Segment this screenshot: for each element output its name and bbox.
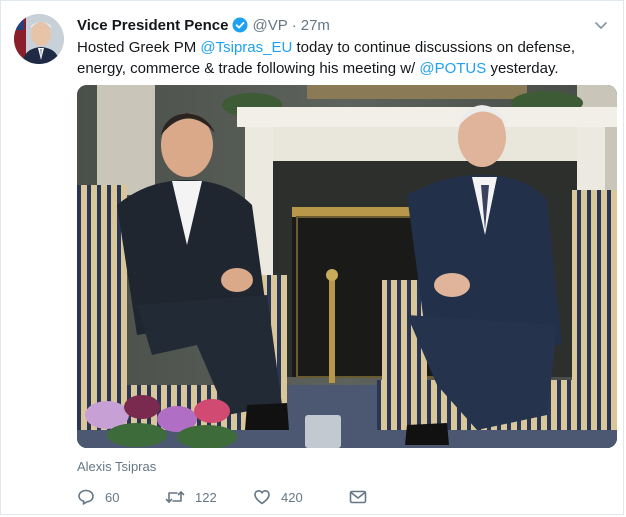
author-name[interactable]: Vice President Pence [77, 17, 228, 34]
tweet-text: Hosted Greek PM @Tsipras_EU today to con… [77, 37, 607, 79]
mention-link[interactable]: @Tsipras_EU [200, 39, 292, 56]
heart-icon [254, 490, 270, 505]
separator-dot: · [291, 16, 297, 34]
verified-badge-icon [232, 17, 248, 33]
envelope-icon [349, 490, 367, 504]
tweet-photo[interactable] [77, 85, 617, 448]
avatar[interactable] [14, 14, 64, 64]
tweet-card: Vice President Pence @VP · 27m Hosted Gr… [0, 0, 624, 515]
media-caption[interactable]: Alexis Tsipras [77, 459, 156, 474]
tweet-actions: 60 122 420 [77, 485, 377, 509]
reply-button[interactable]: 60 [77, 488, 165, 506]
author-handle[interactable]: @VP [252, 17, 287, 34]
retweet-count: 122 [195, 489, 217, 505]
retweet-icon [165, 491, 185, 503]
photo-image [77, 85, 617, 448]
direct-message-button[interactable] [349, 489, 377, 505]
avatar-image [14, 14, 64, 64]
timestamp[interactable]: 27m [301, 17, 330, 34]
mention-link[interactable]: @POTUS [419, 60, 486, 77]
like-count: 420 [281, 489, 303, 505]
tweet-text-part: yesterday. [486, 60, 559, 77]
like-button[interactable]: 420 [253, 488, 349, 506]
chevron-down-icon[interactable] [593, 17, 609, 33]
reply-icon [78, 489, 94, 505]
reply-count: 60 [105, 489, 120, 505]
tweet-text-part: Hosted Greek PM [77, 39, 201, 56]
tweet-header: Vice President Pence @VP · 27m [77, 15, 583, 35]
retweet-button[interactable]: 122 [165, 488, 253, 506]
